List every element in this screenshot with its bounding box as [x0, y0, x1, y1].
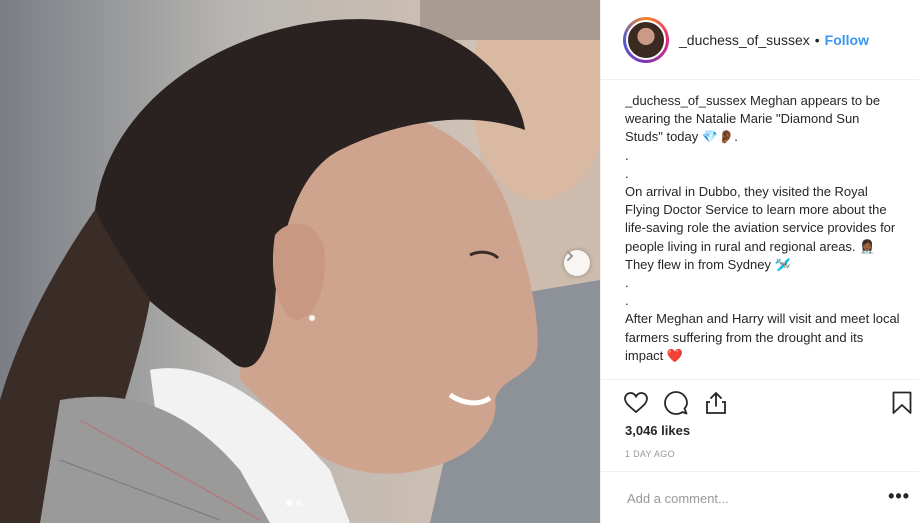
comment-button[interactable] — [663, 390, 689, 416]
separator: • — [814, 31, 820, 48]
bookmark-icon — [892, 391, 912, 414]
carousel-dot — [296, 500, 302, 506]
comment-section: ••• — [601, 471, 919, 524]
username-link[interactable]: _duchess_of_sussex — [679, 32, 810, 48]
carousel-indicator — [286, 500, 302, 506]
chevron-right-icon — [567, 251, 574, 261]
comment-input[interactable] — [625, 489, 879, 507]
photo-illustration — [0, 0, 600, 523]
next-slide-button[interactable] — [564, 250, 590, 276]
like-button[interactable] — [623, 390, 649, 416]
carousel-dot — [286, 500, 292, 506]
more-options-button[interactable]: ••• — [888, 486, 910, 507]
share-icon — [706, 392, 726, 414]
comment-icon — [664, 391, 688, 415]
heart-icon — [624, 392, 648, 414]
save-button[interactable] — [890, 390, 914, 416]
follow-button[interactable]: Follow — [825, 32, 869, 48]
caption-dot: . — [625, 275, 629, 291]
post-date[interactable]: 1 DAY AGO — [625, 449, 675, 459]
avatar[interactable] — [623, 16, 669, 63]
likes-count[interactable]: 3,046 likes — [625, 423, 690, 438]
caption-dot: . — [625, 147, 629, 163]
post-caption: _duchess_of_sussex Meghan appears to be … — [625, 92, 900, 378]
avatar-image — [626, 19, 666, 60]
share-button[interactable] — [703, 390, 729, 416]
caption-text: On arrival in Dubbo, they visited the Ro… — [625, 184, 896, 272]
action-icons — [623, 390, 729, 416]
post-actions: 3,046 likes 1 DAY AGO — [601, 379, 919, 459]
instagram-post: _duchess_of_sussex • Follow _duchess_of_… — [0, 0, 919, 523]
caption-dot: . — [625, 165, 629, 181]
caption-text: After Meghan and Harry will visit and me… — [625, 311, 900, 363]
caption-username[interactable]: _duchess_of_sussex — [625, 93, 746, 108]
post-header: _duchess_of_sussex • Follow — [601, 0, 919, 80]
post-sidebar: _duchess_of_sussex • Follow _duchess_of_… — [600, 0, 919, 523]
post-photo[interactable] — [0, 0, 600, 523]
caption-dot: . — [625, 293, 629, 309]
